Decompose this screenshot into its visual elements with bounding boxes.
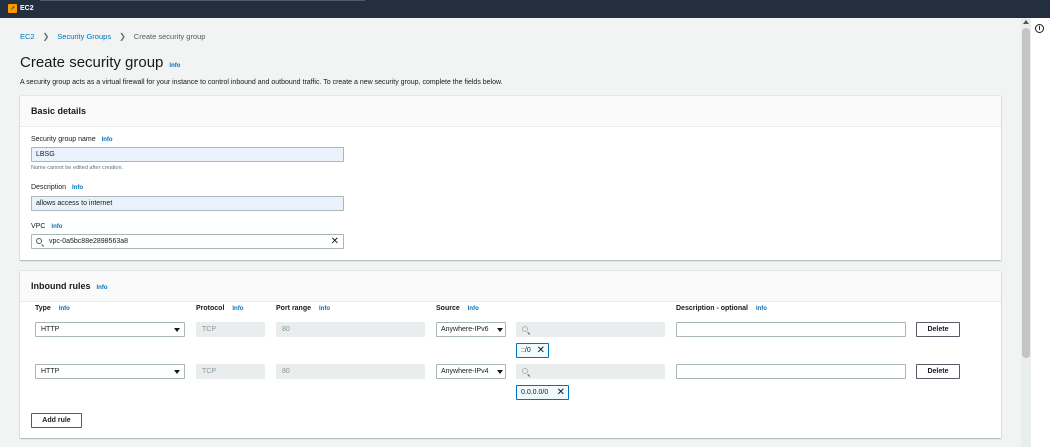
- page-description: A security group acts as a virtual firew…: [20, 79, 503, 86]
- top-nav-accent-line: [40, 0, 365, 1]
- rule-2-protocol: TCP: [196, 364, 265, 379]
- inbound-rules-panel: Inbound rules Info: [20, 271, 1001, 438]
- sg-name-input[interactable]: LBSG: [31, 147, 344, 162]
- column-description-info-link[interactable]: Info: [756, 306, 767, 312]
- column-description: Description - optional Info: [676, 305, 767, 312]
- vpc-label-row: VPC Info: [31, 223, 62, 230]
- column-source-label: Source: [436, 305, 460, 312]
- page-title-row: Create security group Info: [20, 54, 180, 71]
- rule-1-description-input[interactable]: [676, 322, 906, 337]
- vpc-search-input[interactable]: vpc-0a5bc88e2898563a8 ✕: [31, 234, 344, 249]
- column-type-label: Type: [35, 305, 51, 312]
- column-protocol-info-link[interactable]: Info: [232, 306, 243, 312]
- column-source-info-link[interactable]: Info: [468, 306, 479, 312]
- page-title: Create security group: [20, 54, 164, 71]
- column-type-info-link[interactable]: Info: [59, 306, 70, 312]
- search-icon: [522, 326, 528, 332]
- rule-1-delete-button[interactable]: Delete: [916, 322, 960, 337]
- vpc-label: VPC: [31, 223, 46, 230]
- clear-icon[interactable]: ✕: [331, 237, 339, 247]
- column-port-range-info-link[interactable]: Info: [319, 306, 330, 312]
- basic-details-header: Basic details: [20, 96, 1001, 127]
- page-info-link[interactable]: Info: [169, 63, 180, 69]
- inbound-rules-header: Inbound rules Info: [20, 271, 1001, 302]
- remove-token-icon[interactable]: ✕: [537, 345, 545, 356]
- breadcrumb: EC2 ❯ Security Groups ❯ Create security …: [20, 32, 205, 41]
- sg-name-label: Security group name: [31, 136, 96, 143]
- rule-1-port-range: 80: [276, 322, 425, 337]
- search-icon: [36, 238, 42, 244]
- remove-token-icon[interactable]: ✕: [557, 387, 565, 398]
- rule-2-cidr-token: 0.0.0.0/0 ✕: [516, 385, 569, 400]
- chevron-down-icon: [174, 370, 180, 374]
- vpc-info-link[interactable]: Info: [51, 224, 62, 230]
- page-scrollbar[interactable]: [1021, 18, 1031, 447]
- vpc-value: vpc-0a5bc88e2898563a8: [49, 238, 129, 245]
- scroll-up-icon[interactable]: [1023, 20, 1029, 24]
- rule-2-cidr-search[interactable]: [516, 364, 665, 379]
- inbound-rules-title: Inbound rules: [31, 281, 91, 291]
- rule-2-delete-button[interactable]: Delete: [916, 364, 960, 379]
- rule-1-cidr-token: ::/0 ✕: [516, 343, 549, 358]
- column-port-range-label: Port range: [276, 305, 312, 312]
- top-nav-bar: ↗ EC2: [0, 0, 1050, 18]
- rule-1-type-value: HTTP: [41, 326, 60, 333]
- rule-2-port-range: 80: [276, 364, 425, 379]
- basic-details-panel: Basic details Security group name Info L…: [20, 96, 1001, 260]
- inbound-rules-title-row: Inbound rules Info: [31, 281, 108, 291]
- chevron-down-icon: [497, 328, 503, 332]
- sg-name-hint: Name cannot be edited after creation.: [31, 165, 124, 171]
- rule-2-source-value: Anywhere-IPv4: [441, 368, 489, 375]
- column-source: Source Info: [436, 305, 479, 312]
- rule-1-cidr-search[interactable]: [516, 322, 665, 337]
- column-protocol: Protocol Info: [196, 305, 243, 312]
- column-type: Type Info: [35, 305, 70, 312]
- rule-1-type-select[interactable]: HTTP: [35, 322, 185, 337]
- rule-2-cidr-value: 0.0.0.0/0: [521, 389, 549, 396]
- add-rule-button[interactable]: Add rule: [31, 413, 82, 428]
- breadcrumb-chevron-icon: ❯: [42, 32, 50, 41]
- ec2-logo-icon: ↗: [8, 4, 17, 13]
- description-input[interactable]: allows access to internet: [31, 196, 344, 211]
- rule-1-source-value: Anywhere-IPv6: [441, 326, 489, 333]
- breadcrumb-ec2[interactable]: EC2: [20, 32, 35, 41]
- column-description-label: Description - optional: [676, 305, 748, 312]
- help-info-icon[interactable]: i: [1035, 24, 1044, 33]
- description-label-row: Description Info: [31, 184, 83, 191]
- breadcrumb-security-groups[interactable]: Security Groups: [57, 32, 111, 41]
- description-info-link[interactable]: Info: [72, 185, 83, 191]
- rule-2-description-input[interactable]: [676, 364, 906, 379]
- search-icon: [522, 368, 528, 374]
- basic-details-title-row: Basic details: [31, 106, 86, 116]
- basic-details-title: Basic details: [31, 106, 87, 116]
- rule-1-cidr-value: ::/0: [521, 347, 531, 354]
- column-protocol-label: Protocol: [196, 305, 225, 312]
- rule-2-type-value: HTTP: [41, 368, 60, 375]
- inbound-rules-info-link[interactable]: Info: [97, 285, 108, 291]
- breadcrumb-chevron-icon: ❯: [119, 32, 126, 41]
- rule-1-protocol: TCP: [196, 322, 265, 337]
- help-panel-gutter: [1031, 18, 1050, 447]
- rule-2-type-select[interactable]: HTTP: [35, 364, 185, 379]
- sg-name-info-link[interactable]: Info: [102, 137, 113, 143]
- service-brand[interactable]: ↗ EC2: [8, 4, 34, 13]
- scroll-thumb[interactable]: [1022, 28, 1030, 358]
- chevron-down-icon: [497, 370, 503, 374]
- service-name: EC2: [20, 5, 34, 12]
- breadcrumb-current: Create security group: [133, 32, 206, 41]
- sg-name-label-row: Security group name Info: [31, 136, 113, 143]
- rule-1-source-select[interactable]: Anywhere-IPv6: [436, 322, 506, 337]
- description-label: Description: [31, 184, 67, 191]
- column-port-range: Port range Info: [276, 305, 330, 312]
- chevron-down-icon: [174, 328, 180, 332]
- ec2-logo-glyph: ↗: [9, 5, 16, 12]
- rule-2-source-select[interactable]: Anywhere-IPv4: [436, 364, 506, 379]
